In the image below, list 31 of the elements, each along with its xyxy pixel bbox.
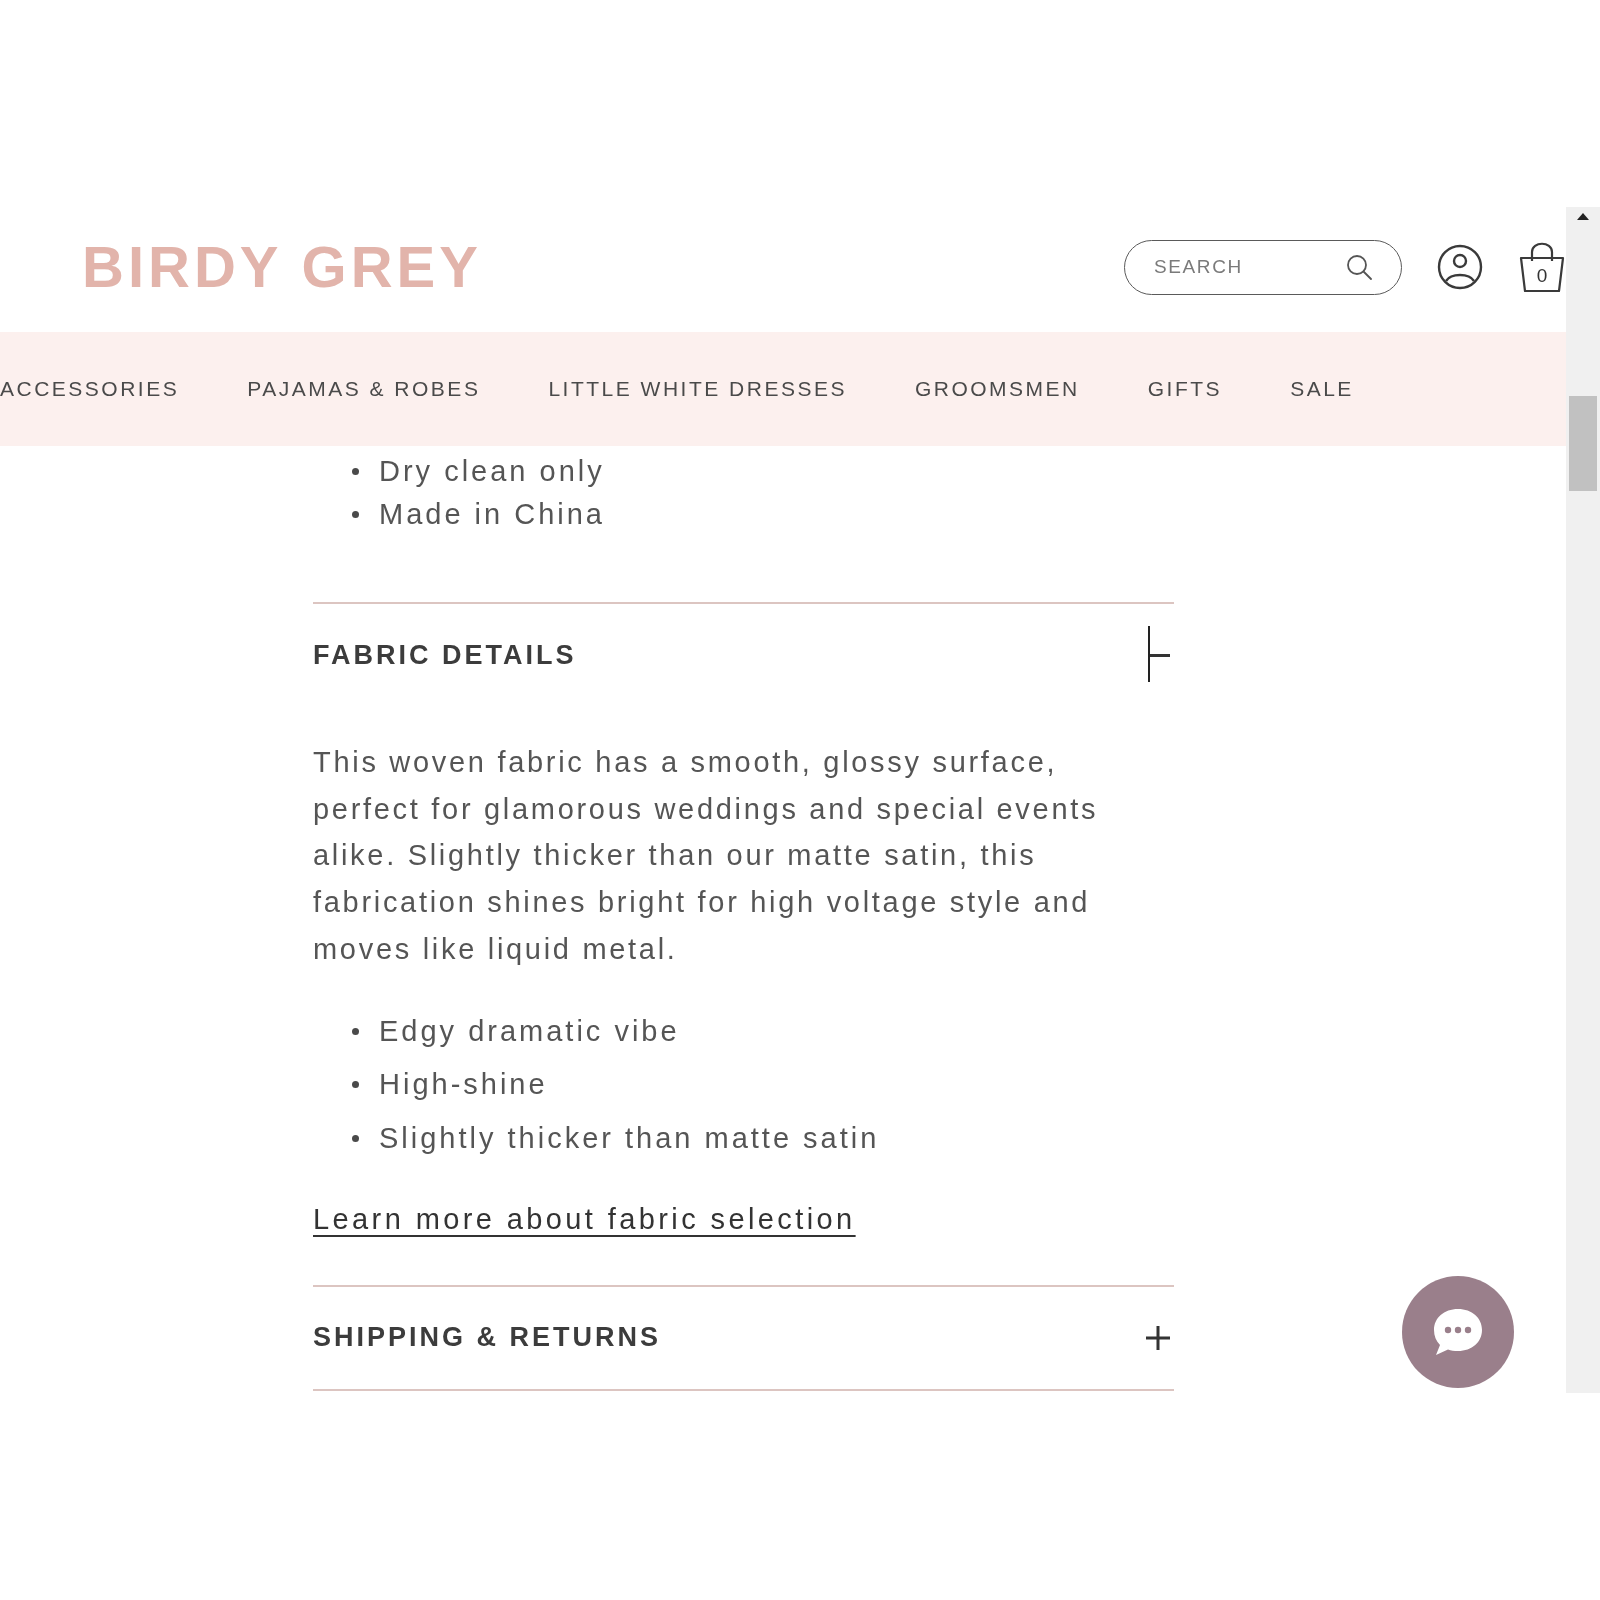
feature-list-item: Slightly thicker than matte satin <box>379 1121 880 1155</box>
fabric-link[interactable]: Learn more about fabric selection <box>313 1200 856 1238</box>
search-icon <box>1346 253 1372 280</box>
feature-list-item: High-shine <box>379 1068 548 1101</box>
text-cursor-icon <box>1148 626 1150 682</box>
search-field[interactable]: SEARCH <box>1124 239 1402 295</box>
nav-link[interactable]: PAJAMAS & ROBES <box>247 376 481 402</box>
care-list-item: Made in China <box>379 498 605 531</box>
bullet-dot-icon <box>352 1081 359 1088</box>
chat-bubble-icon <box>1432 1307 1484 1357</box>
cart-button[interactable]: 0 <box>1518 241 1566 293</box>
accordion-header[interactable]: SHIPPING & RETURNS <box>313 1286 1174 1389</box>
nav-link[interactable]: SALE <box>1290 376 1354 402</box>
nav-link[interactable]: ACCESSORIES <box>0 376 180 402</box>
shopping-bag-icon <box>1518 241 1566 293</box>
accordion-header[interactable]: FABRIC DETAILS <box>313 604 1174 706</box>
bullet-dot-icon <box>352 1027 359 1035</box>
bullet-dot-icon <box>352 1134 359 1142</box>
nav-link[interactable]: GROOMSMEN <box>914 376 1080 402</box>
scrollbar[interactable] <box>1566 207 1600 1393</box>
fabric-description: This woven fabric has a smooth, glossy surface, perfect for glamorous weddings and special events alike. Slightly thicker than our matte satin, this fabrication shines bright for high voltage style and moves like liquid metal. <box>313 745 1100 967</box>
scrollbar-thumb[interactable] <box>1569 396 1597 491</box>
account-button[interactable] <box>1437 244 1483 290</box>
nav-link[interactable]: LITTLE WHITE DRESSES <box>548 376 847 402</box>
care-list-item: Dry clean only <box>379 455 605 488</box>
scroll-up-icon[interactable] <box>1577 213 1589 220</box>
nav-link[interactable]: GIFTS <box>1147 376 1223 402</box>
feature-list-item: Edgy dramatic vibe <box>379 1014 680 1048</box>
bullet-dot-icon <box>352 468 359 475</box>
bullet-dot-icon <box>352 511 359 518</box>
account-icon <box>1437 244 1483 290</box>
